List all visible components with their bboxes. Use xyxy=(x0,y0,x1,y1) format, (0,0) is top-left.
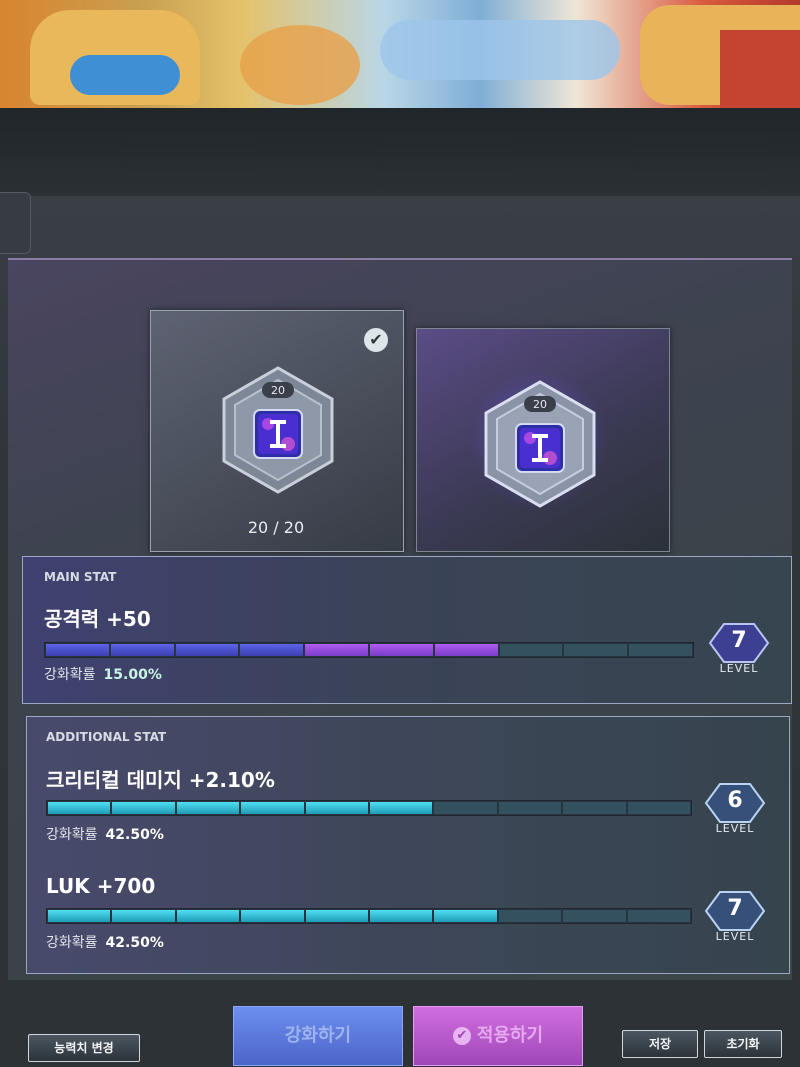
prob-value: 42.50% xyxy=(105,935,164,951)
preview-badge: 20 xyxy=(533,398,547,411)
slot-badge: 20 xyxy=(271,384,285,397)
progress-segment xyxy=(498,910,562,922)
prob-label: 강화확률 xyxy=(44,667,96,683)
progress-segment xyxy=(434,910,497,922)
progress-segment xyxy=(627,910,691,922)
level-number: 6 xyxy=(727,788,743,813)
additional-stat-name-1: 크리티컬 데미지 +2.10% xyxy=(46,768,275,792)
progress-segment xyxy=(499,644,563,656)
additional-stat-level-2: 7 LEVEL xyxy=(704,890,766,943)
title-bar-area xyxy=(0,108,800,198)
progress-segment xyxy=(563,802,626,814)
check-icon: ✔ xyxy=(452,1027,471,1045)
progress-segment xyxy=(241,910,304,922)
progress-segment xyxy=(305,644,368,656)
additional-stat-prob-1: 강화확률 42.50% xyxy=(46,824,164,844)
prob-label: 강화확률 xyxy=(46,935,98,951)
event-banner xyxy=(0,0,800,108)
hexagon-emblem-icon: 20 xyxy=(222,366,334,498)
progress-segment xyxy=(112,802,175,814)
prob-value: 42.50% xyxy=(105,827,164,843)
progress-segment xyxy=(305,802,369,814)
progress-segment xyxy=(370,910,433,922)
progress-segment xyxy=(110,644,174,656)
progress-segment xyxy=(498,802,562,814)
progress-segment xyxy=(564,644,628,656)
progress-segment xyxy=(48,910,111,922)
progress-segment xyxy=(241,802,304,814)
side-tab[interactable] xyxy=(0,192,31,254)
level-number: 7 xyxy=(727,896,743,921)
main-stat-progress xyxy=(44,642,694,658)
additional-stat-progress-2 xyxy=(46,908,692,924)
prob-label: 강화확률 xyxy=(46,827,98,843)
progress-segment xyxy=(370,802,433,814)
apply-label: 적용하기 xyxy=(476,1025,544,1046)
progress-segment xyxy=(240,644,304,656)
check-circle-icon: ✔ xyxy=(364,328,388,352)
progress-segment xyxy=(629,644,692,656)
main-stat-name: 공격력 +50 xyxy=(44,607,151,631)
progress-segment xyxy=(176,910,240,922)
enhance-button[interactable]: 강화하기 xyxy=(233,1006,403,1066)
emblem-count: 20 / 20 xyxy=(247,518,305,537)
additional-stat-level-1: 6 LEVEL xyxy=(704,782,766,835)
main-stat-prob: 강화확률 15.00% xyxy=(44,664,162,684)
additional-stat-progress-1 xyxy=(46,800,692,816)
reset-button[interactable]: 초기화 xyxy=(704,1030,782,1058)
progress-segment xyxy=(563,910,626,922)
progress-segment xyxy=(434,802,497,814)
level-label: LEVEL xyxy=(719,662,759,675)
level-label: LEVEL xyxy=(715,930,755,943)
hexagon-emblem-preview-icon: 20 xyxy=(484,380,596,512)
apply-button[interactable]: ✔ 적용하기 xyxy=(413,1006,583,1066)
additional-stat-title: ADDITIONAL STAT xyxy=(46,730,167,744)
additional-stat-prob-2: 강화확률 42.50% xyxy=(46,932,164,952)
change-ability-button[interactable]: 능력치 변경 xyxy=(28,1034,140,1062)
main-stat-level: 7 LEVEL xyxy=(708,622,770,675)
main-stat-title: MAIN STAT xyxy=(44,570,117,584)
level-label: LEVEL xyxy=(715,822,755,835)
prob-value: 15.00% xyxy=(103,667,162,683)
progress-segment xyxy=(176,802,240,814)
additional-stat-name-2: LUK +700 xyxy=(46,874,156,898)
progress-segment xyxy=(175,644,239,656)
progress-segment xyxy=(369,644,433,656)
progress-segment xyxy=(434,644,498,656)
level-number: 7 xyxy=(731,628,747,653)
progress-segment xyxy=(112,910,175,922)
progress-segment xyxy=(46,644,109,656)
save-button[interactable]: 저장 xyxy=(622,1030,698,1058)
progress-segment xyxy=(305,910,369,922)
progress-segment xyxy=(627,802,691,814)
progress-segment xyxy=(48,802,111,814)
